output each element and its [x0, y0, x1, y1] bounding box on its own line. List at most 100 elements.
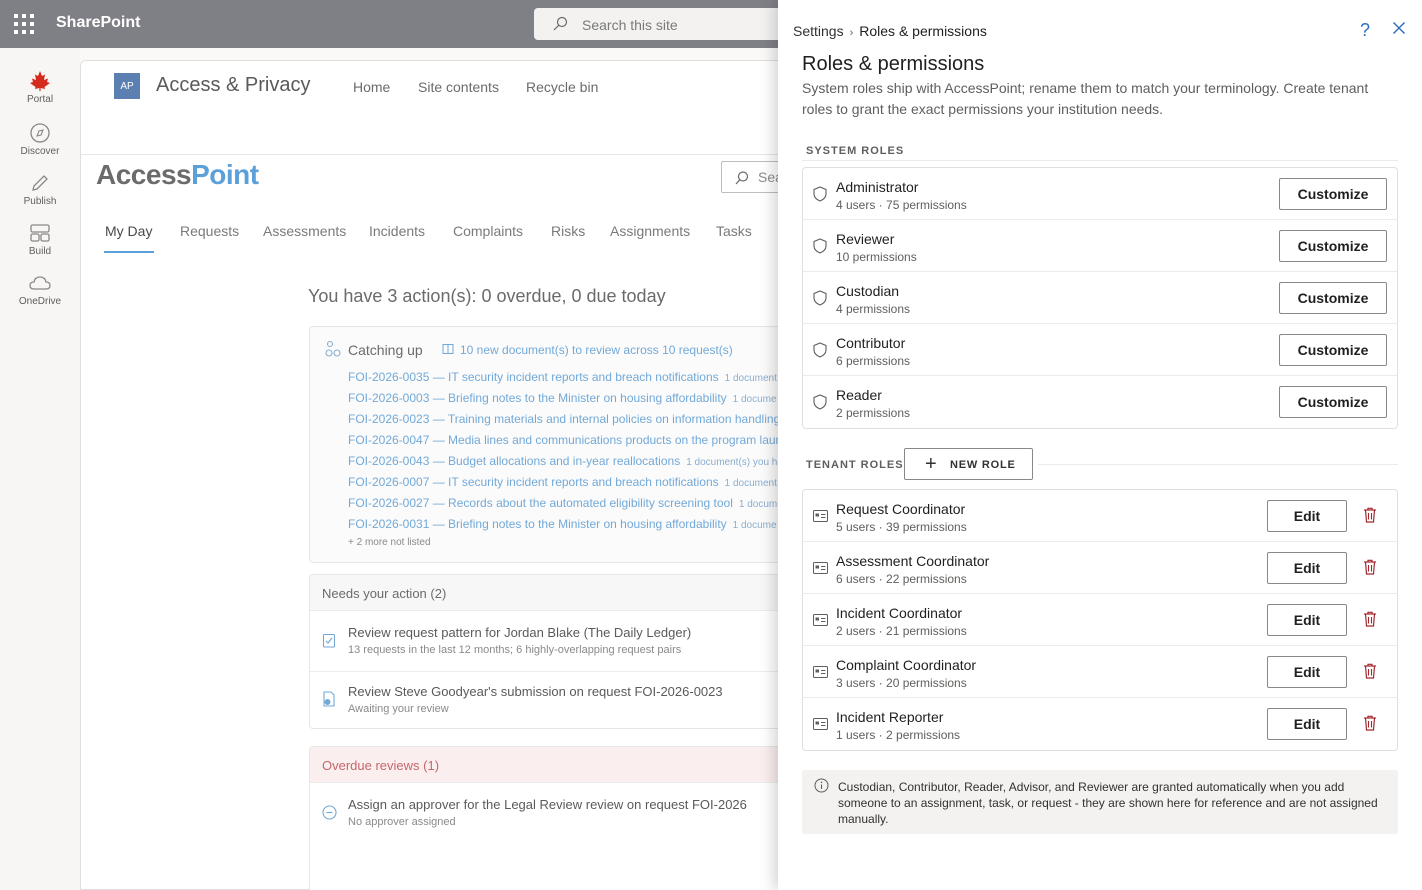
tab-my-day[interactable]: My Day [105, 223, 152, 239]
role-row: Administrator 4 users · 75 permissions C… [803, 168, 1397, 220]
role-name: Reviewer [836, 231, 895, 247]
app-name[interactable]: SharePoint [56, 14, 140, 32]
site-title[interactable]: Access & Privacy [156, 74, 310, 97]
rail-label: Publish [23, 196, 57, 207]
site-nav-site-contents[interactable]: Site contents [418, 79, 499, 95]
new-role-button[interactable]: + NEW ROLE [904, 448, 1033, 480]
role-meta: 6 permissions [836, 354, 911, 368]
role-name: Request Coordinator [836, 501, 966, 517]
role-meta: 10 permissions [836, 250, 917, 264]
role-row: Reviewer 10 permissions Customize [803, 220, 1397, 272]
trash-icon[interactable] [1363, 663, 1377, 679]
edit-button[interactable]: Edit [1267, 604, 1347, 636]
request-link[interactable]: FOI-2026-0047 — Media lines and communic… [348, 433, 788, 454]
active-tab-indicator [104, 251, 154, 253]
shield-icon [813, 394, 827, 410]
request-link[interactable]: FOI-2026-0043 — Budget allocations and i… [348, 454, 788, 475]
request-link[interactable]: FOI-2026-0031 — Briefing notes to the Mi… [348, 517, 788, 538]
rail-label: Discover [20, 146, 60, 157]
role-row: Complaint Coordinator 3 users · 20 permi… [803, 646, 1397, 698]
minus-circle-icon [322, 805, 337, 820]
action-item[interactable]: Assign an approver for the Legal Review … [348, 797, 747, 828]
new-documents-link[interactable]: 10 new document(s) to review across 10 r… [460, 343, 733, 357]
app-launcher-icon[interactable] [14, 14, 34, 34]
customize-button[interactable]: Customize [1279, 334, 1387, 366]
request-link[interactable]: FOI-2026-0003 — Briefing notes to the Mi… [348, 391, 788, 412]
id-card-icon [813, 510, 828, 522]
trash-icon[interactable] [1363, 611, 1377, 627]
rail-label: Build [28, 246, 52, 257]
id-card-icon [813, 562, 828, 574]
trash-icon[interactable] [1363, 559, 1377, 575]
tab-complaints[interactable]: Complaints [453, 223, 523, 239]
site-search-input[interactable]: Search this site [534, 8, 794, 40]
action-item[interactable]: Review Steve Goodyear's submission on re… [348, 684, 723, 715]
people-icon [325, 340, 341, 357]
accesspoint-logo: AccessPoint [96, 159, 259, 190]
cloud-icon [29, 276, 51, 290]
maple-leaf-icon [30, 71, 50, 91]
rail-item-onedrive[interactable]: OneDrive [0, 272, 80, 307]
trash-icon[interactable] [1363, 507, 1377, 523]
request-link[interactable]: FOI-2026-0035 — IT security incident rep… [348, 370, 788, 391]
tab-risks[interactable]: Risks [551, 223, 585, 239]
search-icon [553, 16, 568, 31]
role-row: Request Coordinator 5 users · 39 permiss… [803, 490, 1397, 542]
edit-button[interactable]: Edit [1267, 708, 1347, 740]
help-icon[interactable]: ? [1360, 20, 1370, 41]
customize-button[interactable]: Customize [1279, 178, 1387, 210]
document-check-icon [323, 691, 335, 707]
rail-item-publish[interactable]: Publish [0, 172, 80, 207]
role-name: Administrator [836, 179, 919, 195]
request-link[interactable]: FOI-2026-0027 — Records about the automa… [348, 496, 788, 517]
action-item[interactable]: Review request pattern for Jordan Blake … [348, 625, 691, 656]
edit-button[interactable]: Edit [1267, 552, 1347, 584]
rail-label: Portal [26, 94, 54, 105]
tab-requests[interactable]: Requests [180, 223, 239, 239]
chevron-right-icon: › [849, 27, 854, 39]
tab-incidents[interactable]: Incidents [369, 223, 425, 239]
site-nav-recycle-bin[interactable]: Recycle bin [526, 79, 598, 95]
my-day-summary: You have 3 action(s): 0 overdue, 0 due t… [308, 286, 666, 306]
close-icon[interactable] [1392, 21, 1406, 35]
tab-assignments[interactable]: Assignments [610, 223, 690, 239]
clipboard-icon [322, 633, 336, 648]
customize-button[interactable]: Customize [1279, 230, 1387, 262]
id-card-icon [813, 718, 828, 730]
trash-icon[interactable] [1363, 715, 1377, 731]
overdue-reviews-card: Overdue reviews (1) Assign an approver f… [309, 746, 809, 890]
edit-button[interactable]: Edit [1267, 500, 1347, 532]
breadcrumb-current: Roles & permissions [859, 23, 987, 39]
rail-label: OneDrive [18, 296, 62, 307]
role-name: Incident Coordinator [836, 605, 963, 621]
needs-action-card: Needs your action (2) Review request pat… [309, 574, 809, 729]
request-link[interactable]: FOI-2026-0023 — Training materials and i… [348, 412, 788, 433]
catching-up-title: Catching up [348, 342, 423, 358]
customize-button[interactable]: Customize [1279, 282, 1387, 314]
edit-button[interactable]: Edit [1267, 656, 1347, 688]
site-nav-home[interactable]: Home [353, 79, 390, 95]
site-page: AP Access & Privacy Home Site contents R… [80, 60, 809, 890]
rail-item-portal[interactable]: Portal [0, 70, 80, 105]
divider [802, 160, 1398, 161]
customize-button[interactable]: Customize [1279, 386, 1387, 418]
id-card-icon [813, 614, 828, 626]
rail-item-discover[interactable]: Discover [0, 122, 80, 157]
info-icon [814, 778, 829, 793]
panel-title: Roles & permissions [802, 53, 985, 75]
divider [310, 671, 808, 672]
rail-item-build[interactable]: Build [0, 222, 80, 257]
role-name: Assessment Coordinator [836, 553, 990, 569]
layout-icon [30, 224, 50, 242]
role-row: Contributor 6 permissions Customize [803, 324, 1397, 376]
catching-up-card: Catching up 10 new document(s) to review… [309, 326, 809, 563]
request-link[interactable]: FOI-2026-0007 — IT security incident rep… [348, 475, 788, 496]
needs-action-header: Needs your action (2) [310, 575, 808, 611]
search-placeholder: Search this site [582, 17, 678, 33]
role-row: Assessment Coordinator 6 users · 22 perm… [803, 542, 1397, 594]
tab-tasks[interactable]: Tasks [716, 223, 752, 239]
role-meta: 6 users · 22 permissions [836, 572, 967, 586]
site-logo[interactable]: AP [114, 73, 140, 99]
tab-assessments[interactable]: Assessments [263, 223, 346, 239]
breadcrumb-settings[interactable]: Settings [793, 23, 844, 39]
